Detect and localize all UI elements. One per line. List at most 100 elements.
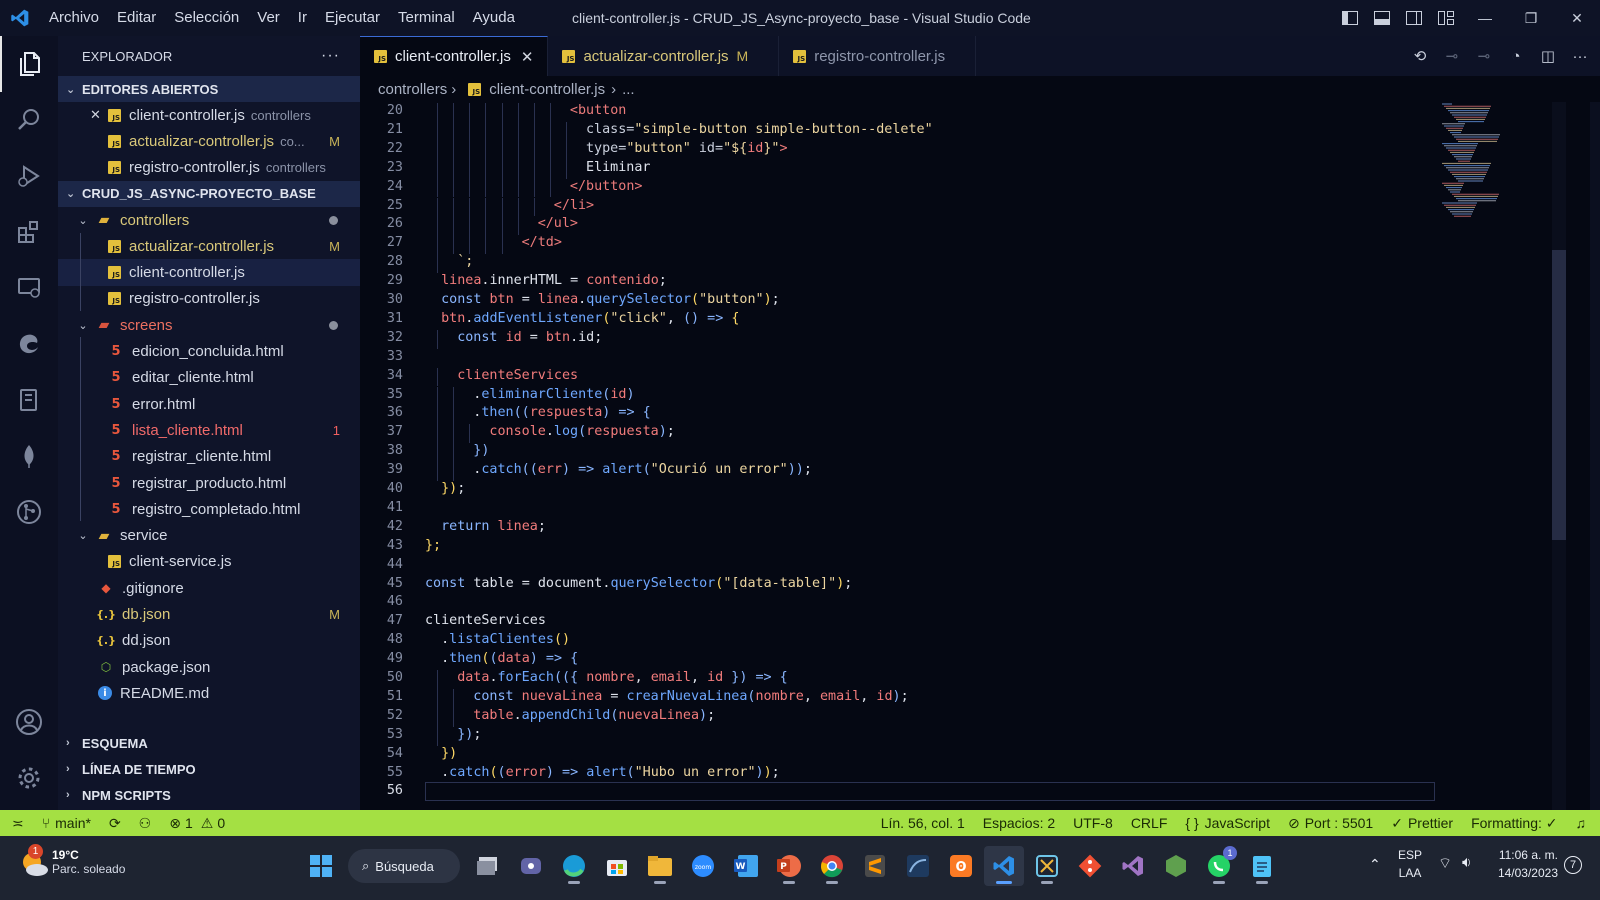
notification-center-badge[interactable]: 7 <box>1564 856 1582 874</box>
weather-widget[interactable]: 19°C Parc. soleado <box>52 848 125 876</box>
more-actions-icon[interactable]: ··· <box>1568 44 1592 68</box>
teams-icon[interactable] <box>511 846 551 886</box>
input-language[interactable]: ESP LAA <box>1398 846 1422 882</box>
notepad-icon[interactable] <box>1242 846 1282 886</box>
menu-ver[interactable]: Ver <box>248 0 289 36</box>
code-editor[interactable]: 20 <button 21 class="simple-button simple-b… <box>360 102 1590 826</box>
cursor-position[interactable]: Lín. 56, col. 1 <box>872 815 974 831</box>
todo-tree-icon[interactable] <box>0 372 58 428</box>
close-tab-icon[interactable]: ✕ <box>521 48 534 66</box>
file-item[interactable]: 5 edicion_concluida.html <box>58 338 360 364</box>
file-explorer-icon[interactable] <box>640 846 680 886</box>
vscode-taskbar-icon[interactable] <box>984 846 1024 886</box>
split-editor-icon[interactable]: ◫ <box>1536 44 1560 68</box>
menu-terminal[interactable]: Terminal <box>389 0 464 36</box>
xampp-icon[interactable]: ʘ <box>941 846 981 886</box>
folder-service[interactable]: ⌄ ▰ service <box>58 522 360 548</box>
close-window-icon[interactable]: ✕ <box>1554 0 1600 36</box>
settings-gear-icon[interactable] <box>0 750 58 806</box>
tab-client-controller[interactable]: JS client-controller.js ✕ <box>360 36 549 76</box>
customize-layout-icon[interactable] <box>1430 0 1462 36</box>
edge-icon[interactable] <box>554 846 594 886</box>
task-view-icon[interactable] <box>468 846 508 886</box>
wifi-icon[interactable]: ⌔ <box>1438 854 1452 873</box>
zoom-icon[interactable]: zoom <box>683 846 723 886</box>
file-item-selected[interactable]: JS client-controller.js <box>58 259 360 286</box>
live-server-port[interactable]: ⊘ Port : 5501 <box>1279 815 1382 832</box>
minimize-icon[interactable]: — <box>1462 0 1508 36</box>
file-item[interactable]: {.} db.json M <box>58 601 360 627</box>
toggle-panel-icon[interactable] <box>1366 0 1398 36</box>
notifications-icon[interactable]: ♫ <box>1567 815 1600 831</box>
file-item[interactable]: 5 registrar_cliente.html <box>58 444 360 470</box>
end-of-line[interactable]: CRLF <box>1122 815 1177 831</box>
project-section[interactable]: ⌄ CRUD_JS_ASYNC-PROYECTO_BASE <box>58 180 360 207</box>
edge-devtools-icon[interactable] <box>0 316 58 372</box>
toggle-primary-sidebar-icon[interactable] <box>1334 0 1366 36</box>
scrollbar-thumb[interactable] <box>1552 250 1566 540</box>
open-editor-item[interactable]: JS registro-controller.js controllers <box>58 155 360 181</box>
open-editor-item[interactable]: JS actualizar-controller.js co... M <box>58 128 360 154</box>
menu-archivo[interactable]: Archivo <box>40 0 108 36</box>
node-app-icon[interactable] <box>1156 846 1196 886</box>
sync-icon[interactable]: ⟳ <box>100 815 130 832</box>
previous-change-icon[interactable]: ⊸ <box>1440 44 1464 68</box>
store-icon[interactable] <box>597 846 637 886</box>
menu-ayuda[interactable]: Ayuda <box>464 0 524 36</box>
open-editors-section[interactable]: ⌄ EDITORES ABIERTOS <box>58 76 360 102</box>
restore-icon[interactable]: ❐ <box>1508 0 1554 36</box>
menu-ir[interactable]: Ir <box>289 0 316 36</box>
menu-seleccion[interactable]: Selección <box>165 0 248 36</box>
breadcrumb-folder[interactable]: controllers <box>378 81 447 98</box>
breadcrumb-file[interactable]: client-controller.js <box>489 81 605 98</box>
accounts-icon[interactable] <box>0 694 58 750</box>
file-item[interactable]: JS client-service.js <box>58 549 360 575</box>
powerpoint-icon[interactable]: P <box>769 846 809 886</box>
file-item[interactable]: 5 editar_cliente.html <box>58 365 360 391</box>
file-item[interactable]: i README.md <box>58 680 360 706</box>
timeline-section[interactable]: › LÍNEA DE TIEMPO <box>58 756 360 782</box>
file-item-error[interactable]: 5 lista_cliente.html 1 <box>58 417 360 443</box>
clock[interactable]: 11:06 a. m. 14/03/2023 <box>1494 846 1558 882</box>
taskbar-search[interactable]: ⌕ Búsqueda <box>348 849 460 883</box>
file-item[interactable]: JS actualizar-controller.js M <box>58 233 360 259</box>
git-tool-icon[interactable] <box>1070 846 1110 886</box>
volume-icon[interactable]: 🔉︎ <box>1462 854 1471 871</box>
explorer-icon[interactable] <box>0 36 58 92</box>
npm-scripts-section[interactable]: › NPM SCRIPTS <box>58 782 360 808</box>
folder-controllers[interactable]: ⌄ ▰ controllers <box>58 207 360 233</box>
minimap[interactable] <box>1440 102 1552 222</box>
weather-icon[interactable]: 1 <box>18 844 50 880</box>
file-item[interactable]: 5 error.html <box>58 391 360 417</box>
start-button[interactable] <box>301 846 341 886</box>
live-share-icon[interactable]: ⚇ <box>130 815 161 832</box>
breadcrumb-symbol[interactable]: ... <box>622 81 635 98</box>
mongodb-icon[interactable] <box>0 428 58 484</box>
folder-screens[interactable]: ⌄ ▰ screens <box>58 312 360 338</box>
show-hidden-icons[interactable]: ⌃ <box>1369 856 1381 873</box>
whatsapp-icon[interactable]: 1 <box>1199 846 1239 886</box>
search-icon[interactable] <box>0 92 58 148</box>
encoding[interactable]: UTF-8 <box>1064 815 1122 831</box>
problems-indicator[interactable]: ⊗ 1 ⚠ 0 <box>160 815 234 832</box>
chrome-icon[interactable] <box>812 846 852 886</box>
source-control-icon[interactable] <box>0 484 58 540</box>
outline-section[interactable]: › ESQUEMA <box>58 730 360 756</box>
remote-icon[interactable]: ≍ <box>0 815 33 832</box>
go-back-icon[interactable]: ⟲ <box>1408 44 1432 68</box>
indentation[interactable]: Espacios: 2 <box>974 815 1064 831</box>
file-item[interactable]: 5 registro_completado.html <box>58 496 360 522</box>
language-mode[interactable]: { } JavaScript <box>1176 815 1279 831</box>
tab-registro-controller[interactable]: JS registro-controller.js <box>779 36 977 76</box>
close-editor-icon[interactable]: ✕ <box>90 107 108 123</box>
run-debug-icon[interactable] <box>0 148 58 204</box>
branch-indicator[interactable]: ⑂ main* <box>33 815 100 831</box>
open-changes-icon[interactable]: ◔ <box>1504 44 1528 68</box>
prettier-status[interactable]: ✓ Prettier <box>1382 815 1462 832</box>
next-change-icon[interactable]: ⊸ <box>1472 44 1496 68</box>
toggle-secondary-sidebar-icon[interactable] <box>1398 0 1430 36</box>
menu-ejecutar[interactable]: Ejecutar <box>316 0 389 36</box>
remote-explorer-icon[interactable] <box>0 260 58 316</box>
visual-studio-icon[interactable] <box>1113 846 1153 886</box>
file-item[interactable]: 5 registrar_producto.html <box>58 470 360 496</box>
